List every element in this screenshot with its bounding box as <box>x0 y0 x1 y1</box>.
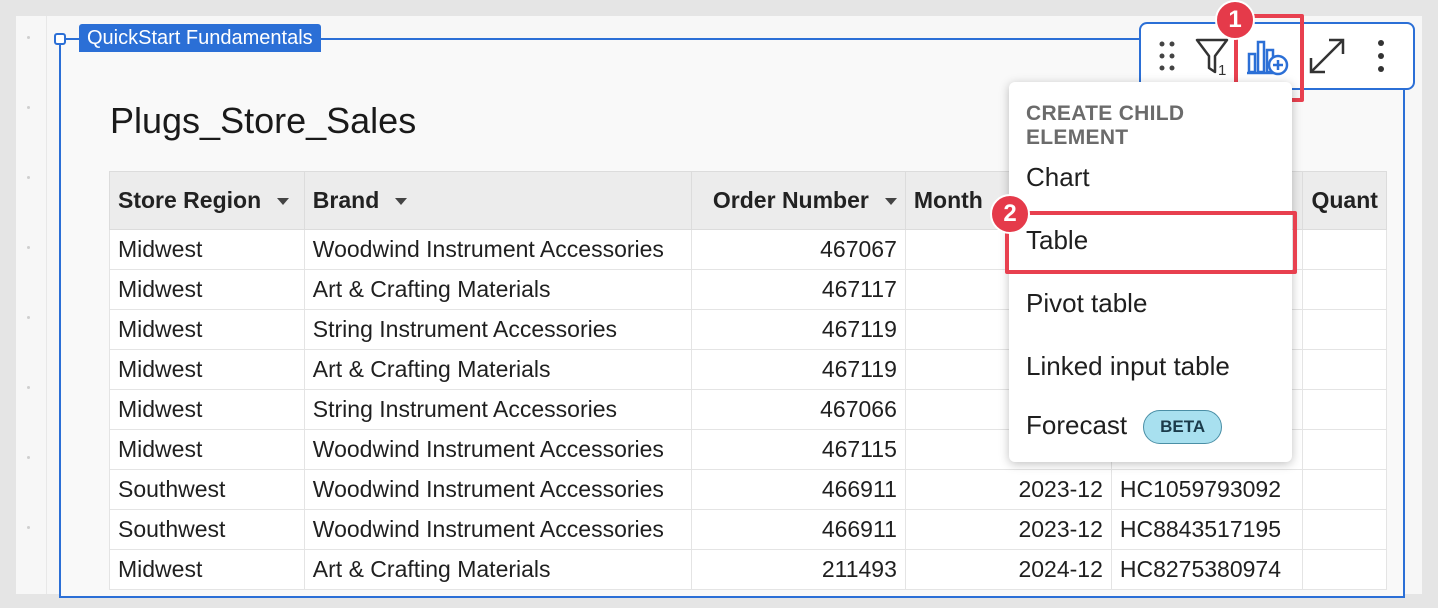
table-cell[interactable] <box>1302 429 1387 470</box>
drag-handle-icon[interactable] <box>1145 34 1189 78</box>
filter-count: 1 <box>1218 62 1227 79</box>
beta-badge: BETA <box>1143 410 1223 445</box>
step-badge-2: 2 <box>990 194 1030 234</box>
table-cell[interactable]: 467119 <box>691 309 906 350</box>
table-cell[interactable] <box>1302 509 1387 550</box>
highlight-table-item <box>1005 211 1297 274</box>
table-cell[interactable] <box>1302 469 1387 510</box>
table-cell[interactable] <box>1302 349 1387 390</box>
table-cell[interactable]: Woodwind Instrument Accessories <box>303 229 693 270</box>
menu-item-linked-input-table[interactable]: Linked input table <box>1026 351 1230 382</box>
table-cell[interactable]: 467119 <box>691 349 906 390</box>
chevron-down-icon[interactable] <box>884 198 897 206</box>
table-cell[interactable]: 2023-12 <box>904 469 1112 510</box>
table-row: Midwest Art & Crafting Materials 211493 202… <box>109 549 1387 590</box>
table-row: Southwest Woodwind Instrument Accessories… <box>109 469 1387 510</box>
table-cell[interactable]: Woodwind Instrument Accessories <box>303 509 693 550</box>
filter-icon[interactable]: 1 <box>1191 34 1235 79</box>
table-cell[interactable]: Midwest <box>109 309 305 350</box>
table-cell[interactable]: 466911 <box>691 469 906 510</box>
table-cell[interactable]: Midwest <box>109 549 305 590</box>
expand-icon[interactable] <box>1305 34 1349 78</box>
table-cell[interactable]: String Instrument Accessories <box>303 309 693 350</box>
table-cell[interactable]: Midwest <box>109 349 305 390</box>
element-tag: QuickStart Fundamentals <box>79 24 321 52</box>
table-cell[interactable]: 466911 <box>691 509 906 550</box>
chevron-down-icon[interactable] <box>395 198 408 206</box>
column-header-brand[interactable]: Brand <box>303 171 693 230</box>
table-cell[interactable]: 467117 <box>691 269 906 310</box>
table-cell[interactable]: Woodwind Instrument Accessories <box>303 469 693 510</box>
menu-item-pivot-table[interactable]: Pivot table <box>1026 288 1147 319</box>
menu-item-forecast[interactable]: Forecast BETA <box>1026 410 1223 445</box>
table-cell[interactable]: Southwest <box>109 469 305 510</box>
table-cell[interactable] <box>1302 549 1387 590</box>
table-row: Southwest Woodwind Instrument Accessories… <box>109 509 1387 550</box>
menu-header: CREATE CHILD ELEMENT <box>1026 102 1185 149</box>
grid-divider <box>46 16 47 594</box>
step-badge-1: 1 <box>1215 0 1255 40</box>
table-cell[interactable]: HC8843517195 <box>1110 509 1304 550</box>
table-cell[interactable]: 467066 <box>691 389 906 430</box>
table-cell[interactable]: 2024-12 <box>904 549 1112 590</box>
table-cell[interactable] <box>1302 309 1387 350</box>
table-cell[interactable]: 2023-12 <box>904 509 1112 550</box>
table-cell[interactable]: Woodwind Instrument Accessories <box>303 429 693 470</box>
table-cell[interactable]: HC1059793092 <box>1110 469 1304 510</box>
table-cell[interactable]: String Instrument Accessories <box>303 389 693 430</box>
table-cell[interactable]: Midwest <box>109 389 305 430</box>
table-cell[interactable]: 211493 <box>691 549 906 590</box>
resize-handle[interactable] <box>54 33 66 45</box>
table-cell[interactable]: Southwest <box>109 509 305 550</box>
table-cell[interactable]: Midwest <box>109 269 305 310</box>
column-header-store-region[interactable]: Store Region <box>109 171 305 230</box>
column-header-quantity[interactable]: Quant <box>1302 171 1387 230</box>
table-cell[interactable] <box>1302 269 1387 310</box>
menu-item-forecast-label: Forecast <box>1026 410 1128 440</box>
more-options-icon[interactable] <box>1359 34 1403 78</box>
table-cell[interactable] <box>1302 229 1387 270</box>
table-cell[interactable]: Art & Crafting Materials <box>303 269 693 310</box>
menu-item-chart[interactable]: Chart <box>1026 162 1090 193</box>
page-title: Plugs_Store_Sales <box>110 100 417 141</box>
table-cell[interactable]: Art & Crafting Materials <box>303 349 693 390</box>
table-cell[interactable]: Art & Crafting Materials <box>303 549 693 590</box>
table-cell[interactable] <box>1302 389 1387 430</box>
column-header-order-number[interactable]: Order Number <box>691 171 906 230</box>
table-cell[interactable]: 467067 <box>691 229 906 270</box>
table-cell[interactable]: HC8275380974 <box>1110 549 1304 590</box>
grid-ruler <box>16 16 46 594</box>
table-cell[interactable]: 467115 <box>691 429 906 470</box>
chevron-down-icon[interactable] <box>277 198 290 206</box>
table-cell[interactable]: Midwest <box>109 429 305 470</box>
table-cell[interactable]: Midwest <box>109 229 305 270</box>
